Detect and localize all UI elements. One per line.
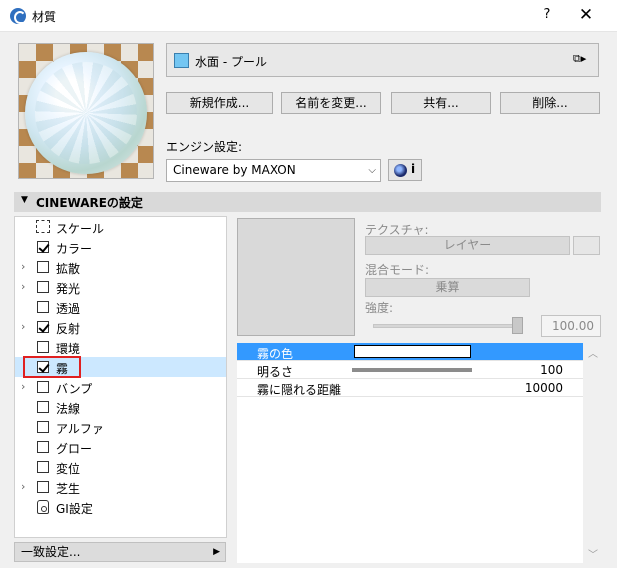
channel-item-environment[interactable]: 環境 <box>15 337 226 357</box>
window-title: 材質 <box>32 10 57 24</box>
param-row-brightness[interactable]: 明るさ 100 <box>237 361 583 379</box>
gi-settings-icon <box>37 500 49 514</box>
blend-mode-label: 混合モード: <box>365 263 430 277</box>
material-selector[interactable]: 水面 - プール ⧉▸ <box>166 43 599 77</box>
channel-label: GI設定 <box>56 502 93 516</box>
material-preview <box>18 43 154 179</box>
layer-button[interactable]: レイヤー <box>365 236 570 255</box>
consistent-label: 一致設定... <box>21 545 81 559</box>
fog-color-swatch[interactable] <box>354 345 471 358</box>
rename-button[interactable]: 名前を変更... <box>281 92 381 114</box>
channel-checkbox[interactable] <box>37 441 49 453</box>
channel-item-glow[interactable]: グロー <box>15 437 226 457</box>
param-value[interactable]: 100 <box>540 363 563 377</box>
channel-checkbox[interactable] <box>37 281 49 293</box>
selection-highlight-box <box>23 356 81 378</box>
chevron-down-icon: ⌵ <box>368 165 376 176</box>
channel-checkbox[interactable] <box>37 401 49 413</box>
help-button[interactable]: ? <box>537 7 557 25</box>
engine-select[interactable]: Cineware by MAXON ⌵ <box>166 159 381 182</box>
param-value[interactable]: 10000 <box>525 381 563 395</box>
channel-label: 変位 <box>56 462 81 476</box>
strength-value-field[interactable]: 100.00 <box>541 315 601 337</box>
engine-label: エンジン設定: <box>166 140 243 154</box>
channel-checkbox[interactable] <box>37 321 49 333</box>
close-button[interactable]: ✕ <box>571 4 601 26</box>
app-icon <box>10 8 26 24</box>
channel-item-scale[interactable]: スケール <box>15 217 226 237</box>
title-bar: 材質 ? ✕ <box>0 0 617 32</box>
channel-item-gi-settings[interactable]: GI設定 <box>15 497 226 517</box>
channel-item-grass[interactable]: › 芝生 <box>15 477 226 497</box>
channel-item-transparency[interactable]: 透過 <box>15 297 226 317</box>
channel-item-reflectance[interactable]: › 反射 <box>15 317 226 337</box>
strength-slider-track[interactable] <box>373 324 523 328</box>
channel-checkbox[interactable] <box>37 241 49 253</box>
channel-checkbox[interactable] <box>37 461 49 473</box>
channel-checkbox[interactable] <box>37 381 49 393</box>
engine-info-button[interactable]: i <box>388 159 422 181</box>
param-row-fog-color[interactable]: 霧の色 <box>237 343 583 361</box>
play-arrow-icon: ▶ <box>213 547 220 557</box>
expand-arrow-icon[interactable]: › <box>21 480 25 493</box>
parameter-scrollbar[interactable]: ︿ ﹀ <box>585 343 601 563</box>
expand-arrow-icon[interactable]: › <box>21 280 25 293</box>
channel-label: バンプ <box>56 382 93 396</box>
blend-mode-select[interactable]: 乗算 <box>365 278 530 297</box>
material-name: 水面 - プール <box>195 55 267 69</box>
texture-preview <box>237 218 355 336</box>
brightness-bar[interactable] <box>352 368 472 372</box>
section-title: CINEWAREの設定 <box>36 196 143 210</box>
channel-checkbox[interactable] <box>37 341 49 353</box>
scale-icon <box>36 220 50 233</box>
material-menu-icon[interactable]: ⧉▸ <box>573 52 593 68</box>
channel-item-color[interactable]: カラー <box>15 237 226 257</box>
preview-sphere <box>25 52 147 174</box>
channel-checkbox[interactable] <box>37 261 49 273</box>
delete-button[interactable]: 削除... <box>500 92 600 114</box>
param-label: 霧の色 <box>257 347 294 361</box>
channel-label: 透過 <box>56 302 81 316</box>
info-icon: i <box>411 162 416 176</box>
scroll-up-icon[interactable]: ︿ <box>588 345 598 360</box>
channel-checkbox[interactable] <box>37 481 49 493</box>
share-button[interactable]: 共有... <box>391 92 491 114</box>
channel-label: 拡散 <box>56 262 81 276</box>
channel-label: 反射 <box>56 322 81 336</box>
param-row-fog-distance[interactable]: 霧に隠れる距離 10000 <box>237 379 583 397</box>
channel-item-luminance[interactable]: › 発光 <box>15 277 226 297</box>
param-label: 霧に隠れる距離 <box>257 383 342 397</box>
channel-item-displacement[interactable]: 変位 <box>15 457 226 477</box>
channel-checkbox[interactable] <box>37 301 49 313</box>
channel-item-bump[interactable]: › バンプ <box>15 377 226 397</box>
material-color-swatch <box>174 53 189 68</box>
engine-value: Cineware by MAXON <box>173 163 296 177</box>
new-button[interactable]: 新規作成... <box>166 92 273 114</box>
strength-slider-thumb[interactable] <box>512 317 523 334</box>
expand-arrow-icon[interactable]: › <box>21 380 25 393</box>
expand-arrow-icon[interactable]: › <box>21 320 25 333</box>
channel-item-alpha[interactable]: アルファ <box>15 417 226 437</box>
parameter-table: 霧の色 明るさ 100 霧に隠れる距離 10000 <box>237 343 583 563</box>
channel-checkbox[interactable] <box>37 421 49 433</box>
channel-label: スケール <box>56 222 105 236</box>
consistent-settings-button[interactable]: 一致設定... ▶ <box>14 542 226 562</box>
cineware-settings-header[interactable]: ▼ CINEWAREの設定 <box>14 192 601 212</box>
cineware-logo-icon <box>394 164 407 177</box>
channel-item-diffusion[interactable]: › 拡散 <box>15 257 226 277</box>
channel-label: アルファ <box>56 422 104 436</box>
texture-load-icon[interactable] <box>573 236 600 255</box>
channel-label: 法線 <box>56 402 81 416</box>
collapse-arrow-icon: ▼ <box>21 195 28 205</box>
expand-arrow-icon[interactable]: › <box>21 260 25 273</box>
channel-label: グロー <box>56 442 93 456</box>
scroll-down-icon[interactable]: ﹀ <box>588 546 598 561</box>
channel-item-normal[interactable]: 法線 <box>15 397 226 417</box>
strength-label: 強度: <box>365 301 394 315</box>
param-label: 明るさ <box>257 365 294 379</box>
channel-label: 芝生 <box>56 482 81 496</box>
channel-label: カラー <box>56 242 93 256</box>
channel-label: 環境 <box>56 342 81 356</box>
channel-label: 発光 <box>56 282 81 296</box>
